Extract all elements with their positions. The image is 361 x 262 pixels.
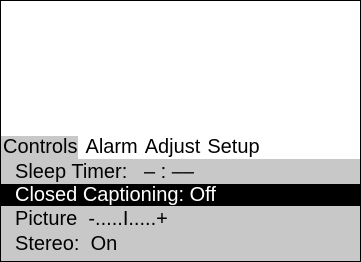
menu-item-sleep-timer[interactable]: Sleep Timer: – : –– [1, 161, 360, 183]
closed-captioning-label: Closed Captioning: [15, 184, 184, 206]
menu-tab-bar: Controls Alarm Adjust Setup [1, 136, 360, 159]
tab-alarm[interactable]: Alarm [85, 136, 137, 159]
menu-item-closed-captioning[interactable]: Closed Captioning: Off [1, 184, 360, 206]
stereo-row-text: Stereo: On [15, 233, 117, 255]
menu-item-picture[interactable]: Picture -.....I.....+ [1, 208, 360, 230]
tv-onscreen-menu: Controls Alarm Adjust Setup Sleep Timer:… [0, 0, 361, 262]
picture-row-text: Picture -.....I.....+ [15, 208, 168, 230]
tab-setup[interactable]: Setup [207, 136, 259, 159]
video-area [1, 1, 360, 136]
stereo-value: On [90, 233, 118, 255]
picture-adjust-slider: -.....I.....+ [88, 208, 168, 230]
sleep-timer-row-text: Sleep Timer: – : –– [15, 161, 194, 183]
picture-label: Picture [15, 208, 78, 230]
controls-menu-panel: Sleep Timer: – : –– Closed Captioning: O… [1, 159, 360, 261]
closed-captioning-row-text: Closed Captioning: Off [15, 184, 216, 206]
closed-captioning-value: Off [189, 184, 216, 206]
stereo-label: Stereo: [15, 233, 80, 255]
tab-adjust[interactable]: Adjust [145, 136, 201, 159]
tab-controls[interactable]: Controls [1, 136, 79, 159]
sleep-timer-label: Sleep Timer: [15, 161, 128, 183]
sleep-timer-value: – : –– [143, 161, 194, 183]
menu-item-stereo[interactable]: Stereo: On [1, 233, 360, 255]
